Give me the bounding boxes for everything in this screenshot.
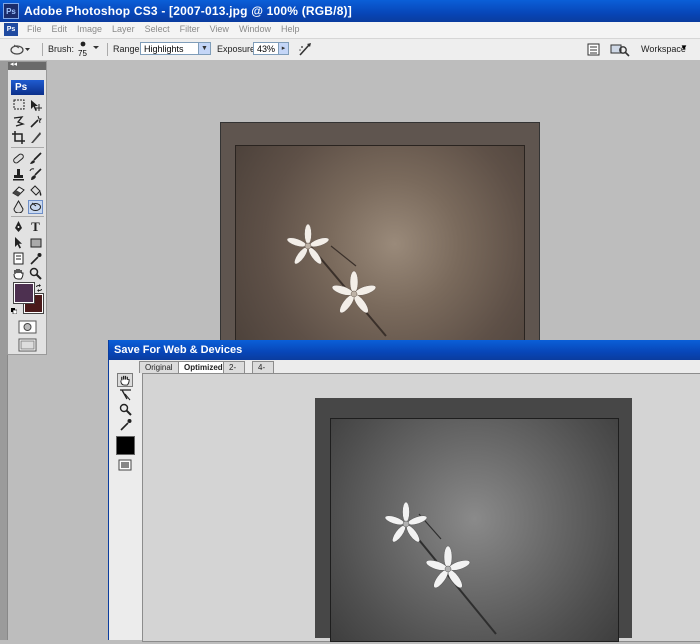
tab-optimized[interactable]: Optimized	[178, 361, 229, 373]
marquee-tool-icon[interactable]	[11, 99, 26, 113]
menu-select[interactable]: Select	[140, 24, 175, 34]
exposure-input[interactable]: 43% ▸	[253, 42, 289, 55]
quick-mask-icon[interactable]	[18, 320, 37, 334]
zoom-tool-icon[interactable]	[28, 267, 43, 281]
menu-window[interactable]: Window	[234, 24, 276, 34]
clone-stamp-icon[interactable]	[11, 168, 26, 182]
menu-items: File Edit Image Layer Select Filter View…	[22, 24, 304, 34]
notes-tool-icon[interactable]	[11, 252, 26, 266]
airbrush-icon[interactable]	[297, 42, 313, 57]
tab-4-up[interactable]: 4-Up	[252, 361, 275, 383]
menu-help[interactable]: Help	[276, 24, 305, 34]
range-label: Range:	[113, 44, 143, 54]
title-bar: Ps Adobe Photoshop CS3 - [2007-013.jpg @…	[0, 0, 700, 22]
photoshop-logo[interactable]: Ps	[11, 80, 44, 95]
palette-well-icon[interactable]	[587, 43, 600, 56]
move-tool-icon[interactable]	[28, 99, 43, 113]
flower-photo-sepia	[286, 223, 387, 337]
crop-tool-icon[interactable]	[11, 131, 26, 145]
workspace-chevron-down-icon[interactable]: ▼	[680, 43, 688, 52]
eyedropper-color-swatch[interactable]	[116, 436, 135, 455]
paint-bucket-icon[interactable]	[28, 184, 43, 198]
eyedropper-tool-icon[interactable]	[28, 252, 43, 266]
chevron-right-icon[interactable]: ▸	[278, 43, 288, 54]
collapse-icon[interactable]: ◂◂	[10, 60, 17, 68]
brush-picker[interactable]: 75	[76, 40, 102, 59]
optimized-image[interactable]	[330, 418, 619, 642]
document-image[interactable]	[235, 145, 525, 343]
foreground-color-swatch[interactable]	[14, 283, 34, 303]
window-title: Adobe Photoshop CS3 - [2007-013.jpg @ 10…	[24, 4, 352, 18]
menu-file[interactable]: File	[22, 24, 47, 34]
photoshop-app-icon[interactable]: Ps	[3, 3, 19, 19]
menu-filter[interactable]: Filter	[175, 24, 205, 34]
menu-bar: Ps File Edit Image Layer Select Filter V…	[0, 22, 700, 39]
menu-edit[interactable]: Edit	[47, 24, 73, 34]
toolbox-header[interactable]: ◂◂	[8, 60, 46, 70]
slice-select-icon[interactable]	[117, 388, 133, 402]
exposure-value: 43%	[257, 44, 276, 54]
screen-mode-icon[interactable]	[18, 338, 37, 352]
magic-wand-icon[interactable]	[28, 115, 43, 129]
bridge-browse-icon[interactable]	[610, 42, 630, 57]
dialog-title: Save For Web & Devices	[114, 344, 243, 356]
dialog-title-bar[interactable]: Save For Web & Devices	[109, 340, 700, 360]
tab-original[interactable]: Original	[139, 361, 179, 373]
menu-layer[interactable]: Layer	[107, 24, 140, 34]
path-selection-icon[interactable]	[11, 236, 26, 250]
brush-label: Brush:	[48, 44, 75, 54]
exposure-label: Exposure:	[217, 44, 258, 54]
range-select[interactable]: Highlights ▼	[140, 42, 211, 55]
swap-colors-icon[interactable]	[35, 283, 43, 292]
type-tool-icon[interactable]: T	[28, 220, 43, 234]
menu-image[interactable]: Image	[72, 24, 107, 34]
toolbox: ◂◂ Ps T	[7, 61, 47, 355]
range-value: Highlights	[144, 44, 184, 54]
blur-tool-icon[interactable]	[11, 199, 26, 214]
eraser-tool-icon[interactable]	[11, 184, 26, 198]
pen-tool-icon[interactable]	[11, 220, 26, 234]
ps-menu-logo-icon[interactable]: Ps	[4, 23, 18, 36]
zoom-tool-icon[interactable]	[117, 403, 133, 417]
dodge-tool-icon[interactable]	[28, 200, 43, 214]
rectangle-tool-icon[interactable]	[28, 236, 43, 250]
eyedropper-tool-icon[interactable]	[117, 418, 133, 432]
default-colors-icon[interactable]	[11, 305, 18, 315]
lasso-tool-icon[interactable]	[11, 115, 26, 129]
history-brush-icon[interactable]	[28, 168, 43, 182]
brush-size: 75	[78, 49, 87, 58]
dodge-tool-preset-icon[interactable]	[9, 42, 31, 56]
dialog-toolbox	[114, 373, 136, 640]
slice-tool-icon[interactable]	[28, 131, 43, 145]
tab-2-up[interactable]: 2-Up	[223, 361, 246, 383]
chevron-down-icon: ▼	[198, 43, 210, 54]
toggle-slices-icon[interactable]	[117, 459, 133, 473]
flower-photo-grayscale	[384, 501, 497, 635]
hand-tool-icon[interactable]	[117, 373, 133, 387]
hand-tool-icon[interactable]	[11, 267, 26, 281]
healing-brush-icon[interactable]	[11, 152, 26, 166]
menu-view[interactable]: View	[205, 24, 234, 34]
brush-tool-icon[interactable]	[28, 152, 43, 166]
tool-options-bar: Brush: 75 Range: Highlights ▼ Exposure: …	[0, 39, 700, 61]
